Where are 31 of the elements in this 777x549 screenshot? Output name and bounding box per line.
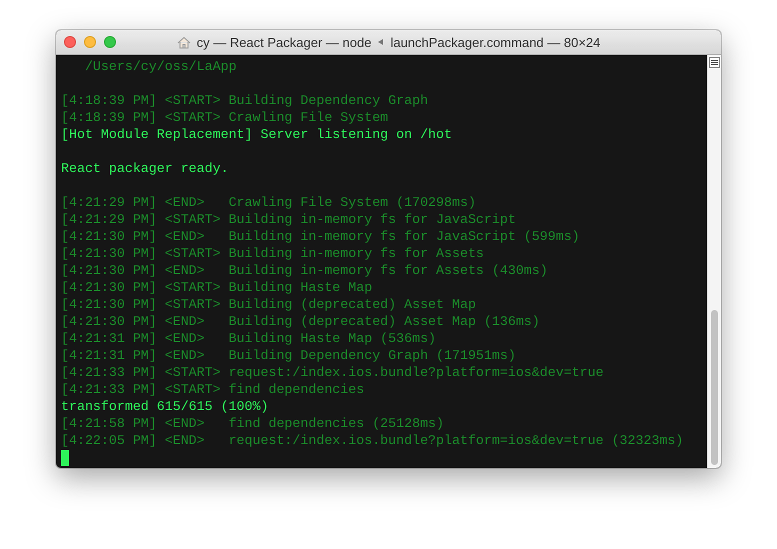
close-button[interactable]	[64, 36, 76, 48]
output-line: [4:18:39 PM] <START> Crawling File System	[61, 110, 388, 125]
output-line: [4:21:30 PM] <END> Building (deprecated) Asset Map (136ms)	[61, 314, 540, 329]
output-line: /Users/cy/oss/LaApp	[84, 59, 237, 74]
split-pane-icon[interactable]	[709, 57, 720, 68]
output-line: [4:18:39 PM] <START> Building Dependency Graph	[61, 93, 428, 108]
house-icon	[176, 36, 191, 48]
output-line: React packager ready.	[61, 161, 229, 176]
scroll-bar[interactable]	[707, 55, 721, 468]
output-line: [4:21:58 PM] <END> find dependencies (25128ms)	[61, 416, 444, 431]
output-line: [4:21:33 PM] <START> request:/index.ios.bundle?platform=ios&dev=true	[61, 365, 604, 380]
scroll-thumb[interactable]	[711, 310, 718, 465]
output-line: [4:22:05 PM] <END> request:/index.ios.bundle?platform=ios&dev=true (32323ms)	[61, 433, 684, 448]
output-line: [4:21:30 PM] <START> Building (deprecated) Asset Map	[61, 297, 476, 312]
output-line: [4:21:33 PM] <START> find dependencies	[61, 382, 364, 397]
output-line: [4:21:30 PM] <END> Building in-memory fs for JavaScript (599ms)	[61, 229, 580, 244]
output-line: [4:21:31 PM] <END> Building Dependency Graph (171951ms)	[61, 348, 516, 363]
output-line: [Hot Module Replacement] Server listening on /hot	[61, 127, 452, 142]
output-line: [4:21:29 PM] <START> Building in-memory fs for JavaScript	[61, 212, 516, 227]
output-line: [4:21:31 PM] <END> Building Haste Map (536ms)	[61, 331, 436, 346]
output-line: [4:21:29 PM] <END> Crawling File System (170298ms)	[61, 195, 476, 210]
text-cursor	[61, 450, 69, 466]
minimize-button[interactable]	[84, 36, 96, 48]
output-line: [4:21:30 PM] <START> Building in-memory fs for Assets	[61, 246, 484, 261]
output-line: transformed 615/615 (100%)	[61, 399, 268, 414]
window-title: cy — React Packager — node	[196, 34, 372, 50]
output-line: [4:21:30 PM] <END> Building in-memory fs for Assets (430ms)	[61, 263, 548, 278]
zoom-button[interactable]	[104, 36, 116, 48]
window-title: launchPackager.command — 80×24	[390, 34, 600, 50]
output-line: [4:21:30 PM] <START> Building Haste Map	[61, 280, 372, 295]
triangle-icon	[378, 39, 384, 45]
